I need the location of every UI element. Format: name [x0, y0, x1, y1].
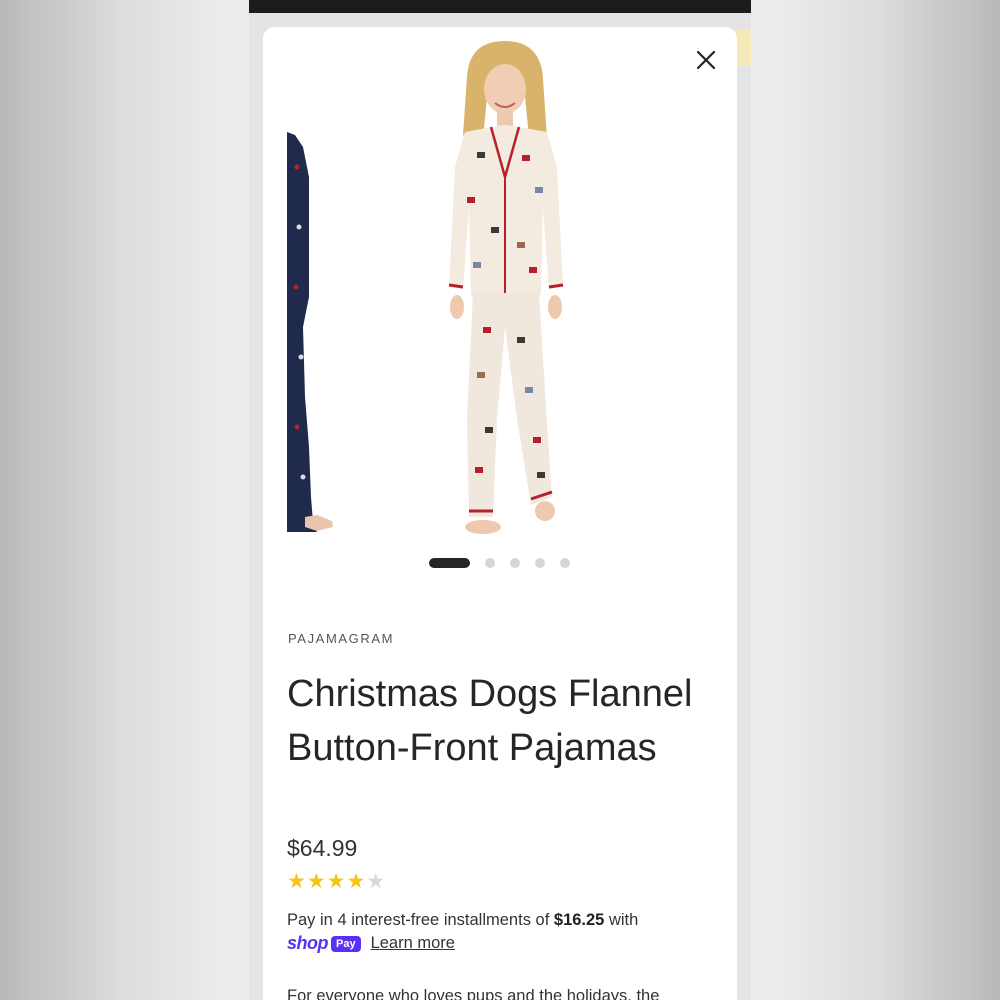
installments-suffix: with — [608, 911, 639, 929]
pay-badge: Pay — [331, 935, 361, 952]
star-filled-icon: ★ — [287, 869, 306, 893]
product-quick-view-modal: PAJAMAGRAM Christmas Dogs Flannel Button… — [263, 27, 737, 1000]
product-title: Christmas Dogs Flannel Button-Front Paja… — [287, 673, 693, 769]
product-brand: PAJAMAGRAM — [288, 631, 395, 646]
close-icon — [696, 50, 716, 70]
product-image-main[interactable] — [407, 27, 607, 547]
product-price: $64.99 — [287, 835, 358, 861]
shop-wordmark: shop — [287, 933, 329, 953]
star-filled-icon: ★ — [346, 869, 366, 893]
pagination-dot[interactable] — [485, 558, 495, 568]
close-button[interactable] — [693, 47, 719, 73]
phone-screen: PAJAMAGRAM Christmas Dogs Flannel Button… — [249, 0, 751, 1000]
installments-text: Pay in 4 interest-free installments of $… — [287, 909, 727, 931]
shop-pay-logo: shop Pay — [287, 933, 361, 954]
installment-amount: $16.25 — [553, 911, 605, 929]
pagination-dot[interactable] — [560, 558, 570, 568]
star-filled-icon: ★ — [306, 869, 326, 893]
shop-pay-line: shop Pay Learn more — [287, 933, 455, 954]
star-empty-icon: ★ — [366, 869, 386, 893]
pagination-dot-active[interactable] — [429, 558, 470, 568]
star-filled-icon: ★ — [326, 869, 346, 893]
product-image-gallery[interactable] — [287, 27, 737, 547]
status-bar — [249, 0, 751, 13]
installments-prefix: Pay in 4 interest-free installments of — [287, 911, 550, 929]
gallery-pagination — [429, 558, 570, 568]
learn-more-link[interactable]: Learn more — [371, 934, 455, 953]
pagination-dot[interactable] — [535, 558, 545, 568]
product-image-previous[interactable] — [287, 27, 347, 547]
product-rating: ★ ★ ★ ★ ★ — [287, 870, 385, 892]
pagination-dot[interactable] — [510, 558, 520, 568]
product-description: For everyone who loves pups and the holi… — [287, 987, 660, 1000]
